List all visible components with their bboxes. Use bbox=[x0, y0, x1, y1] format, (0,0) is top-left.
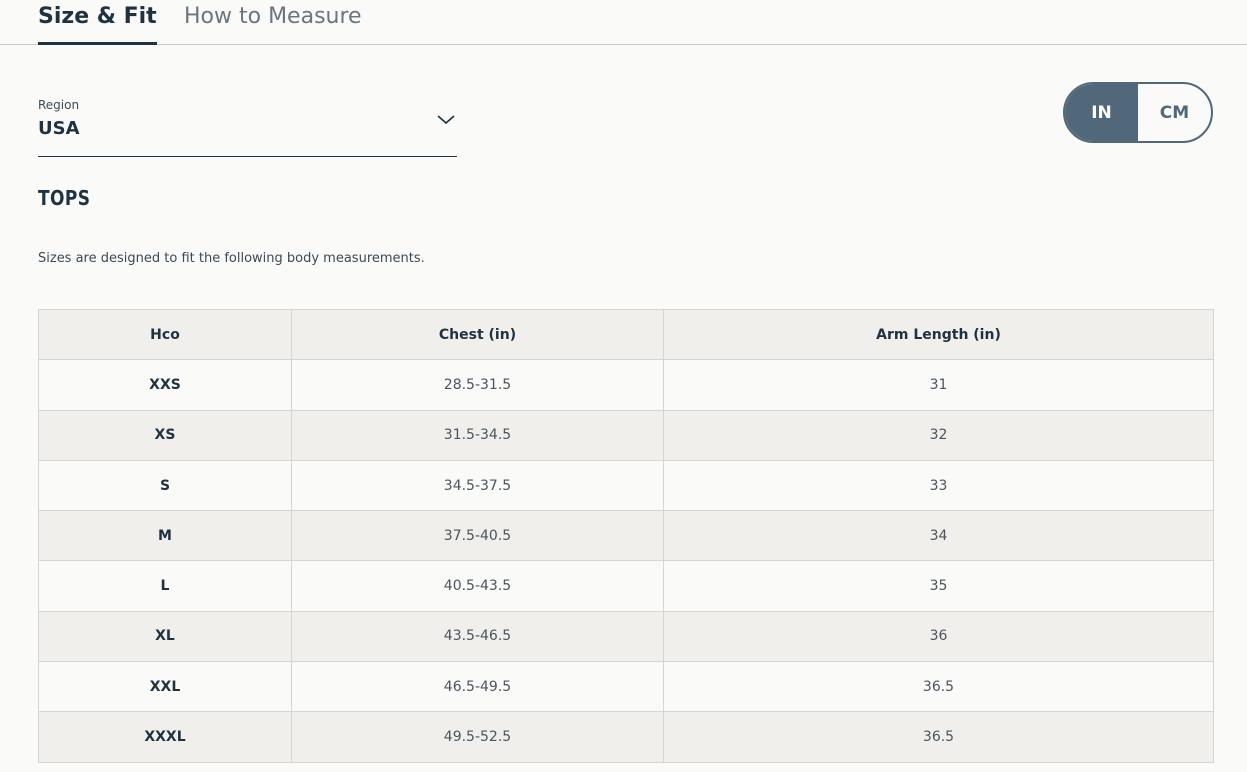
size-cell: XS bbox=[38, 409, 292, 461]
arm-length-cell: 36 bbox=[663, 610, 1214, 663]
size-cell: L bbox=[38, 560, 292, 612]
size-cell: M bbox=[38, 510, 292, 562]
table-row: XXXL 49.5-52.5 36.5 bbox=[38, 711, 1214, 763]
unit-in-button[interactable]: IN bbox=[1065, 84, 1138, 141]
arm-length-cell: 36.5 bbox=[663, 711, 1214, 763]
arm-length-cell: 35 bbox=[663, 560, 1214, 612]
size-cell: XXS bbox=[38, 359, 292, 411]
table-row: XL 43.5-46.5 36 bbox=[38, 610, 1214, 663]
chest-cell: 37.5-40.5 bbox=[291, 510, 664, 562]
chevron-down-icon[interactable] bbox=[437, 112, 455, 126]
unit-toggle: IN CM bbox=[1063, 82, 1213, 143]
section-description: Sizes are designed to fit the following … bbox=[38, 251, 425, 266]
size-cell: XXL bbox=[38, 661, 292, 713]
tab-size-fit[interactable]: Size & Fit bbox=[38, 2, 157, 45]
table-header-row: Hco Chest (in) Arm Length (in) bbox=[38, 308, 1214, 361]
size-cell: XXXL bbox=[38, 711, 292, 763]
arm-length-cell: 34 bbox=[663, 510, 1214, 562]
header-arm-length: Arm Length (in) bbox=[663, 308, 1214, 361]
chest-cell: 28.5-31.5 bbox=[291, 359, 664, 411]
chest-cell: 31.5-34.5 bbox=[291, 409, 664, 461]
chest-cell: 43.5-46.5 bbox=[291, 610, 664, 663]
table-row: L 40.5-43.5 35 bbox=[38, 560, 1214, 612]
size-cell: XL bbox=[38, 610, 292, 663]
header-chest: Chest (in) bbox=[291, 308, 664, 361]
table-row: S 34.5-37.5 33 bbox=[38, 459, 1214, 512]
unit-cm-button[interactable]: CM bbox=[1138, 84, 1211, 141]
arm-length-cell: 31 bbox=[663, 359, 1214, 411]
chest-cell: 34.5-37.5 bbox=[291, 459, 664, 512]
table-row: XXS 28.5-31.5 31 bbox=[38, 359, 1214, 411]
size-chart-table: Hco Chest (in) Arm Length (in) XXS 28.5-… bbox=[38, 308, 1214, 763]
arm-length-cell: 33 bbox=[663, 459, 1214, 512]
chest-cell: 40.5-43.5 bbox=[291, 560, 664, 612]
table-row: XXL 46.5-49.5 36.5 bbox=[38, 661, 1214, 713]
table-row: M 37.5-40.5 34 bbox=[38, 510, 1214, 562]
size-cell: S bbox=[38, 459, 292, 512]
section-title: TOPS bbox=[38, 186, 91, 210]
tab-how-to-measure[interactable]: How to Measure bbox=[184, 2, 362, 32]
tab-bar: Size & Fit How to Measure bbox=[0, 0, 1247, 45]
header-size: Hco bbox=[38, 308, 292, 361]
arm-length-cell: 36.5 bbox=[663, 661, 1214, 713]
arm-length-cell: 32 bbox=[663, 409, 1214, 461]
chest-cell: 46.5-49.5 bbox=[291, 661, 664, 713]
chest-cell: 49.5-52.5 bbox=[291, 711, 664, 763]
region-select[interactable]: Region USA bbox=[38, 98, 457, 157]
region-label: Region bbox=[38, 98, 80, 112]
table-row: XS 31.5-34.5 32 bbox=[38, 409, 1214, 461]
region-value: USA bbox=[38, 118, 80, 139]
